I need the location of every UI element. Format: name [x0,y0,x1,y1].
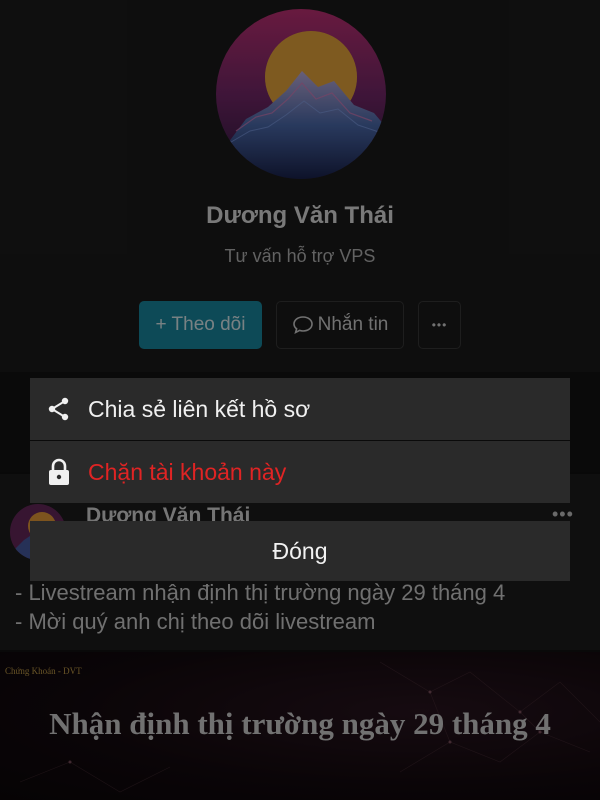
close-button[interactable]: Đóng [30,521,570,581]
share-profile-link-label: Chia sẻ liên kết hồ sơ [88,395,311,422]
lock-icon [46,457,86,487]
block-account-label: Chặn tài khoản này [88,458,287,485]
share-profile-link-option[interactable]: Chia sẻ liên kết hồ sơ [30,378,570,440]
close-button-label: Đóng [272,537,328,564]
share-icon [46,396,86,422]
block-account-option[interactable]: Chặn tài khoản này [30,441,570,503]
